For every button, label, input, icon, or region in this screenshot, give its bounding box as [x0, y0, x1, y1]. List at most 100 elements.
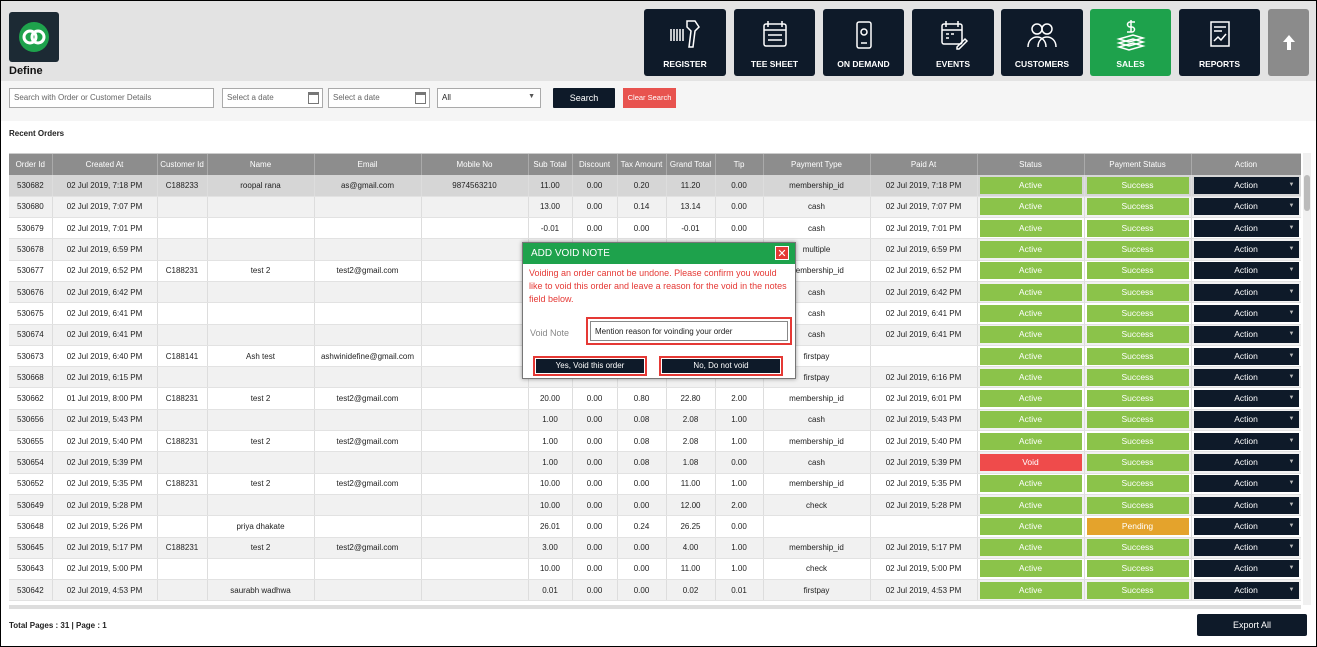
action-select[interactable]: Action ▼ — [1193, 390, 1299, 408]
table-cell: -0.01 — [666, 217, 716, 240]
status-select[interactable]: All ▼ — [437, 88, 541, 108]
table-scrollbar[interactable] — [1303, 153, 1311, 605]
scroll-up-button[interactable] — [1268, 9, 1309, 76]
column-header[interactable]: Tax Amount — [617, 154, 667, 175]
column-header[interactable]: Sub Total — [528, 154, 573, 175]
nav-customers-button[interactable]: CUSTOMERS — [1001, 9, 1083, 76]
nav-tee-sheet-button[interactable]: TEE SHEET — [734, 9, 815, 76]
table-row[interactable]: 530679 02 Jul 2019, 7:01 PM -0.01 0.00 0.00-… — [9, 217, 1301, 240]
action-select[interactable]: Action ▼ — [1193, 539, 1299, 557]
table-cell: 02 Jul 2019, 6:41 PM — [52, 302, 158, 325]
nav-events-button[interactable]: EVENTS — [912, 9, 994, 76]
action-cell: Action ▼ — [1191, 537, 1301, 559]
column-header[interactable]: Discount — [572, 154, 618, 175]
action-select[interactable]: Action ▼ — [1193, 262, 1299, 280]
action-select[interactable]: Action ▼ — [1193, 517, 1299, 535]
table-row[interactable]: 530662 01 Jul 2019, 8:00 PM C188231 test 2t… — [9, 387, 1301, 410]
action-select[interactable]: Action ▼ — [1193, 219, 1299, 237]
calendar-icon[interactable] — [415, 92, 426, 104]
column-header[interactable]: Payment Status — [1084, 154, 1192, 175]
chevron-down-icon: ▼ — [1288, 522, 1295, 529]
table-row[interactable]: 530643 02 Jul 2019, 5:00 PM 10.00 0.00 0.00 1… — [9, 558, 1301, 581]
status-cell: Active — [977, 196, 1085, 219]
close-icon[interactable]: ✕ — [775, 246, 789, 260]
nav-reports-button[interactable]: REPORTS — [1179, 9, 1260, 76]
column-header[interactable]: Customer Id — [157, 154, 208, 175]
action-select[interactable]: Action ▼ — [1193, 581, 1299, 599]
action-select[interactable]: Action ▼ — [1193, 176, 1299, 194]
table-row[interactable]: 530680 02 Jul 2019, 7:07 PM 13.00 0.00 0.14 1… — [9, 196, 1301, 219]
action-select[interactable]: Action ▼ — [1193, 411, 1299, 429]
action-select[interactable]: Action ▼ — [1193, 432, 1299, 450]
table-row[interactable]: 530682 02 Jul 2019, 7:18 PM C188233 roopal … — [9, 175, 1301, 197]
chevron-down-icon: ▼ — [1288, 267, 1295, 274]
nav-register-button[interactable]: REGISTER — [644, 9, 726, 76]
arrow-up-icon — [1282, 35, 1295, 50]
table-row[interactable]: 530654 02 Jul 2019, 5:39 PM 1.00 0.00 0.08 1.… — [9, 451, 1301, 474]
table-cell: 02 Jul 2019, 6:40 PM — [52, 345, 158, 368]
action-select[interactable]: Action ▼ — [1193, 241, 1299, 259]
table-cell: 0.00 — [617, 217, 667, 240]
action-select[interactable]: Action ▼ — [1193, 326, 1299, 344]
search-button[interactable]: Search — [553, 88, 615, 108]
horizontal-scrollbar[interactable] — [9, 605, 1301, 609]
action-select[interactable]: Action ▼ — [1193, 475, 1299, 493]
void-note-field[interactable]: Mention reason for voinding your order — [586, 317, 792, 345]
column-header[interactable]: Created At — [52, 154, 158, 175]
column-header[interactable]: Email — [314, 154, 422, 175]
table-row[interactable]: 530645 02 Jul 2019, 5:17 PM C188231 test 2t… — [9, 537, 1301, 559]
action-select[interactable]: Action ▼ — [1193, 368, 1299, 386]
logo[interactable] — [9, 12, 59, 62]
action-select[interactable]: Action ▼ — [1193, 347, 1299, 365]
table-cell: 11.00 — [666, 558, 716, 581]
nav-sales-button[interactable]: SALES — [1090, 9, 1171, 76]
column-header[interactable]: Action — [1191, 154, 1301, 175]
confirm-void-button[interactable]: Yes, Void this order — [533, 356, 647, 376]
export-all-button[interactable]: Export All — [1197, 614, 1307, 636]
column-header[interactable]: Mobile No — [421, 154, 529, 175]
payment-status-cell: Success — [1084, 409, 1192, 432]
section-title: Recent Orders — [9, 129, 65, 138]
search-input[interactable]: Search with Order or Customer Details — [9, 88, 214, 108]
payment-status-badge: Success — [1086, 241, 1189, 259]
column-header[interactable]: Tip — [715, 154, 764, 175]
status-cell: Active — [977, 366, 1085, 389]
money-stack-icon — [1090, 17, 1171, 57]
action-cell: Action ▼ — [1191, 175, 1301, 197]
table-row[interactable]: 530652 02 Jul 2019, 5:35 PM C188231 test 2t… — [9, 473, 1301, 495]
action-select[interactable]: Action ▼ — [1193, 454, 1299, 471]
date-to-input[interactable]: Select a date — [328, 88, 430, 108]
action-select[interactable]: Action ▼ — [1193, 560, 1299, 578]
column-header[interactable]: Name — [207, 154, 315, 175]
column-header[interactable]: Order Id — [9, 154, 53, 175]
column-header[interactable]: Grand Total — [666, 154, 716, 175]
action-select[interactable]: Action ▼ — [1193, 496, 1299, 514]
column-header[interactable]: Payment Type — [763, 154, 871, 175]
action-cell: Action ▼ — [1191, 430, 1301, 453]
table-cell: 530662 — [9, 387, 53, 410]
table-cell: 0.24 — [617, 515, 667, 538]
table-cell — [421, 515, 529, 538]
column-header[interactable]: Status — [977, 154, 1085, 175]
nav-on-demand-button[interactable]: ON DEMAND — [823, 9, 904, 76]
clear-search-button[interactable]: Clear Search — [623, 88, 676, 108]
table-row[interactable]: 530655 02 Jul 2019, 5:40 PM C188231 test 2t… — [9, 430, 1301, 453]
action-select[interactable]: Action ▼ — [1193, 304, 1299, 322]
scrollbar-thumb[interactable] — [1304, 175, 1310, 211]
column-header[interactable]: Paid At — [870, 154, 978, 175]
table-row[interactable]: 530649 02 Jul 2019, 5:28 PM 10.00 0.00 0.00 1… — [9, 494, 1301, 517]
calendar-icon[interactable] — [308, 92, 319, 104]
table-cell: 0.00 — [715, 515, 764, 538]
table-row[interactable]: 530642 02 Jul 2019, 4:53 PM saurabh wadhwa… — [9, 579, 1301, 602]
table-cell: membership_id — [763, 387, 871, 410]
table-cell — [421, 238, 529, 261]
action-select[interactable]: Action ▼ — [1193, 283, 1299, 301]
table-row[interactable]: 530656 02 Jul 2019, 5:43 PM 1.00 0.00 0.08 2.… — [9, 409, 1301, 432]
action-cell: Action ▼ — [1191, 196, 1301, 219]
date-from-input[interactable]: Select a date — [222, 88, 323, 108]
table-row[interactable]: 530648 02 Jul 2019, 5:26 PM priya dhakate 2… — [9, 515, 1301, 538]
chevron-down-icon: ▼ — [1288, 501, 1295, 508]
cancel-void-button[interactable]: No, Do not void — [659, 356, 783, 376]
void-note-input[interactable]: Mention reason for voinding your order — [590, 321, 788, 341]
action-select[interactable]: Action ▼ — [1193, 198, 1299, 216]
